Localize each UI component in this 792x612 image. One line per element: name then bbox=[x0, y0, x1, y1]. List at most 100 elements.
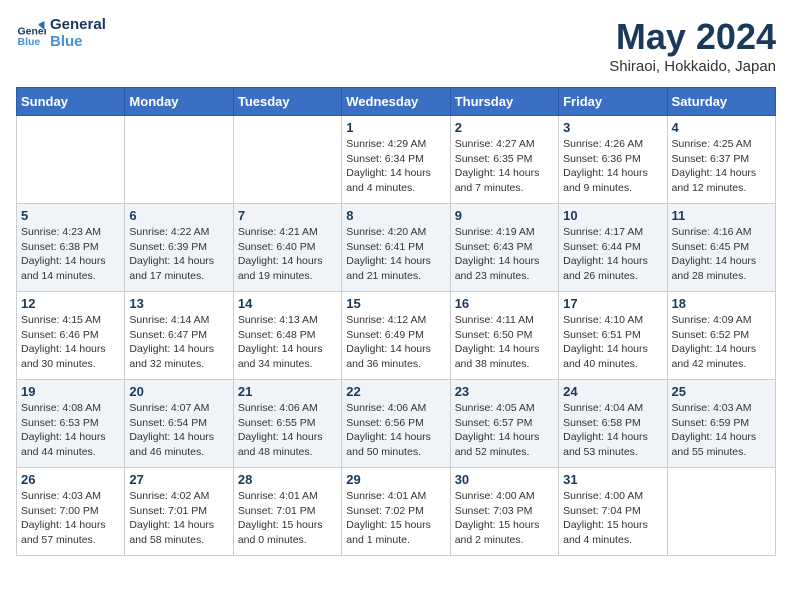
day-info: Sunrise: 4:25 AMSunset: 6:37 PMDaylight:… bbox=[672, 137, 771, 196]
day-info: Sunrise: 4:17 AMSunset: 6:44 PMDaylight:… bbox=[563, 225, 662, 284]
calendar-cell bbox=[125, 116, 233, 204]
calendar-cell: 27 Sunrise: 4:02 AMSunset: 7:01 PMDayligh… bbox=[125, 468, 233, 556]
day-number: 14 bbox=[238, 296, 337, 311]
calendar-cell: 5Sunrise: 4:23 AMSunset: 6:38 PMDaylight… bbox=[17, 204, 125, 292]
day-info: Sunrise: 4:00 AMSunset: 7:03 PMDaylight:… bbox=[455, 489, 554, 548]
day-number: 1 bbox=[346, 120, 445, 135]
day-number: 7 bbox=[238, 208, 337, 223]
week-row-5: 26 Sunrise: 4:03 AMSunset: 7:00 PMDayligh… bbox=[17, 468, 776, 556]
day-info: Sunrise: 4:07 AMSunset: 6:54 PMDaylight:… bbox=[129, 401, 228, 460]
day-info: Sunrise: 4:00 AMSunset: 7:04 PMDaylight:… bbox=[563, 489, 662, 548]
day-number: 23 bbox=[455, 384, 554, 399]
week-row-2: 5Sunrise: 4:23 AMSunset: 6:38 PMDaylight… bbox=[17, 204, 776, 292]
day-number: 6 bbox=[129, 208, 228, 223]
day-header-saturday: Saturday bbox=[667, 88, 775, 116]
day-header-friday: Friday bbox=[559, 88, 667, 116]
day-info: Sunrise: 4:20 AMSunset: 6:41 PMDaylight:… bbox=[346, 225, 445, 284]
calendar-cell: 18 Sunrise: 4:09 AMSunset: 6:52 PMDayligh… bbox=[667, 292, 775, 380]
day-info: Sunrise: 4:11 AMSunset: 6:50 PMDaylight:… bbox=[455, 313, 554, 372]
day-number: 9 bbox=[455, 208, 554, 223]
day-info: Sunrise: 4:08 AMSunset: 6:53 PMDaylight:… bbox=[21, 401, 120, 460]
day-number: 22 bbox=[346, 384, 445, 399]
day-number: 17 bbox=[563, 296, 662, 311]
calendar-cell: 21Sunrise: 4:06 AMSunset: 6:55 PMDayligh… bbox=[233, 380, 341, 468]
day-number: 13 bbox=[129, 296, 228, 311]
day-number: 10 bbox=[563, 208, 662, 223]
day-info: Sunrise: 4:21 AMSunset: 6:40 PMDaylight:… bbox=[238, 225, 337, 284]
calendar-cell: 22Sunrise: 4:06 AMSunset: 6:56 PMDayligh… bbox=[342, 380, 450, 468]
calendar-cell: 3 Sunrise: 4:26 AMSunset: 6:36 PMDaylight… bbox=[559, 116, 667, 204]
day-number: 29 bbox=[346, 472, 445, 487]
calendar-cell: 7 Sunrise: 4:21 AMSunset: 6:40 PMDaylight… bbox=[233, 204, 341, 292]
day-number: 16 bbox=[455, 296, 554, 311]
calendar-cell: 13Sunrise: 4:14 AMSunset: 6:47 PMDayligh… bbox=[125, 292, 233, 380]
calendar-cell: 24Sunrise: 4:04 AMSunset: 6:58 PMDayligh… bbox=[559, 380, 667, 468]
day-number: 18 bbox=[672, 296, 771, 311]
day-number: 8 bbox=[346, 208, 445, 223]
day-info: Sunrise: 4:01 AMSunset: 7:02 PMDaylight:… bbox=[346, 489, 445, 548]
day-info: Sunrise: 4:02 AMSunset: 7:01 PMDaylight:… bbox=[129, 489, 228, 548]
day-header-monday: Monday bbox=[125, 88, 233, 116]
day-header-wednesday: Wednesday bbox=[342, 88, 450, 116]
header-row: SundayMondayTuesdayWednesdayThursdayFrid… bbox=[17, 88, 776, 116]
day-number: 4 bbox=[672, 120, 771, 135]
calendar-cell: 6 Sunrise: 4:22 AMSunset: 6:39 PMDaylight… bbox=[125, 204, 233, 292]
calendar-cell: 23 Sunrise: 4:05 AMSunset: 6:57 PMDayligh… bbox=[450, 380, 558, 468]
day-number: 25 bbox=[672, 384, 771, 399]
calendar-cell: 29 Sunrise: 4:01 AMSunset: 7:02 PMDayligh… bbox=[342, 468, 450, 556]
calendar-cell: 1 Sunrise: 4:29 AMSunset: 6:34 PMDaylight… bbox=[342, 116, 450, 204]
calendar-cell: 2 Sunrise: 4:27 AMSunset: 6:35 PMDaylight… bbox=[450, 116, 558, 204]
month-title: May 2024 bbox=[609, 16, 776, 58]
day-number: 21 bbox=[238, 384, 337, 399]
day-info: Sunrise: 4:26 AMSunset: 6:36 PMDaylight:… bbox=[563, 137, 662, 196]
logo-line1: General bbox=[50, 16, 106, 33]
day-info: Sunrise: 4:09 AMSunset: 6:52 PMDaylight:… bbox=[672, 313, 771, 372]
calendar-cell bbox=[233, 116, 341, 204]
day-number: 5 bbox=[21, 208, 120, 223]
page-header: General Blue General Blue May 2024 Shira… bbox=[16, 16, 776, 75]
calendar-cell: 16 Sunrise: 4:11 AMSunset: 6:50 PMDayligh… bbox=[450, 292, 558, 380]
logo-icon: General Blue bbox=[16, 18, 46, 48]
calendar-cell: 14Sunrise: 4:13 AMSunset: 6:48 PMDayligh… bbox=[233, 292, 341, 380]
day-info: Sunrise: 4:15 AMSunset: 6:46 PMDaylight:… bbox=[21, 313, 120, 372]
day-info: Sunrise: 4:29 AMSunset: 6:34 PMDaylight:… bbox=[346, 137, 445, 196]
day-number: 11 bbox=[672, 208, 771, 223]
day-number: 27 bbox=[129, 472, 228, 487]
day-info: Sunrise: 4:03 AMSunset: 7:00 PMDaylight:… bbox=[21, 489, 120, 548]
logo: General Blue General Blue bbox=[16, 16, 106, 50]
title-block: May 2024 Shiraoi, Hokkaido, Japan bbox=[609, 16, 776, 75]
day-number: 15 bbox=[346, 296, 445, 311]
day-info: Sunrise: 4:10 AMSunset: 6:51 PMDaylight:… bbox=[563, 313, 662, 372]
calendar-cell: 25Sunrise: 4:03 AMSunset: 6:59 PMDayligh… bbox=[667, 380, 775, 468]
logo-line2: Blue bbox=[50, 33, 106, 50]
day-number: 26 bbox=[21, 472, 120, 487]
svg-text:Blue: Blue bbox=[18, 36, 41, 48]
week-row-1: 1 Sunrise: 4:29 AMSunset: 6:34 PMDaylight… bbox=[17, 116, 776, 204]
day-info: Sunrise: 4:05 AMSunset: 6:57 PMDaylight:… bbox=[455, 401, 554, 460]
day-number: 31 bbox=[563, 472, 662, 487]
day-header-sunday: Sunday bbox=[17, 88, 125, 116]
day-number: 28 bbox=[238, 472, 337, 487]
day-info: Sunrise: 4:04 AMSunset: 6:58 PMDaylight:… bbox=[563, 401, 662, 460]
day-number: 3 bbox=[563, 120, 662, 135]
day-info: Sunrise: 4:16 AMSunset: 6:45 PMDaylight:… bbox=[672, 225, 771, 284]
calendar-cell: 20Sunrise: 4:07 AMSunset: 6:54 PMDayligh… bbox=[125, 380, 233, 468]
subtitle: Shiraoi, Hokkaido, Japan bbox=[609, 58, 776, 75]
calendar-cell: 8 Sunrise: 4:20 AMSunset: 6:41 PMDaylight… bbox=[342, 204, 450, 292]
calendar-cell: 30 Sunrise: 4:00 AMSunset: 7:03 PMDayligh… bbox=[450, 468, 558, 556]
day-info: Sunrise: 4:27 AMSunset: 6:35 PMDaylight:… bbox=[455, 137, 554, 196]
week-row-3: 12 Sunrise: 4:15 AMSunset: 6:46 PMDayligh… bbox=[17, 292, 776, 380]
calendar-cell: 11 Sunrise: 4:16 AMSunset: 6:45 PMDayligh… bbox=[667, 204, 775, 292]
calendar-table: SundayMondayTuesdayWednesdayThursdayFrid… bbox=[16, 87, 776, 556]
day-info: Sunrise: 4:22 AMSunset: 6:39 PMDaylight:… bbox=[129, 225, 228, 284]
calendar-cell: 31 Sunrise: 4:00 AMSunset: 7:04 PMDayligh… bbox=[559, 468, 667, 556]
day-number: 30 bbox=[455, 472, 554, 487]
calendar-cell: 17 Sunrise: 4:10 AMSunset: 6:51 PMDayligh… bbox=[559, 292, 667, 380]
day-info: Sunrise: 4:12 AMSunset: 6:49 PMDaylight:… bbox=[346, 313, 445, 372]
day-number: 12 bbox=[21, 296, 120, 311]
calendar-cell: 9 Sunrise: 4:19 AMSunset: 6:43 PMDaylight… bbox=[450, 204, 558, 292]
calendar-cell: 15 Sunrise: 4:12 AMSunset: 6:49 PMDayligh… bbox=[342, 292, 450, 380]
calendar-cell: 19Sunrise: 4:08 AMSunset: 6:53 PMDayligh… bbox=[17, 380, 125, 468]
day-info: Sunrise: 4:19 AMSunset: 6:43 PMDaylight:… bbox=[455, 225, 554, 284]
day-number: 2 bbox=[455, 120, 554, 135]
